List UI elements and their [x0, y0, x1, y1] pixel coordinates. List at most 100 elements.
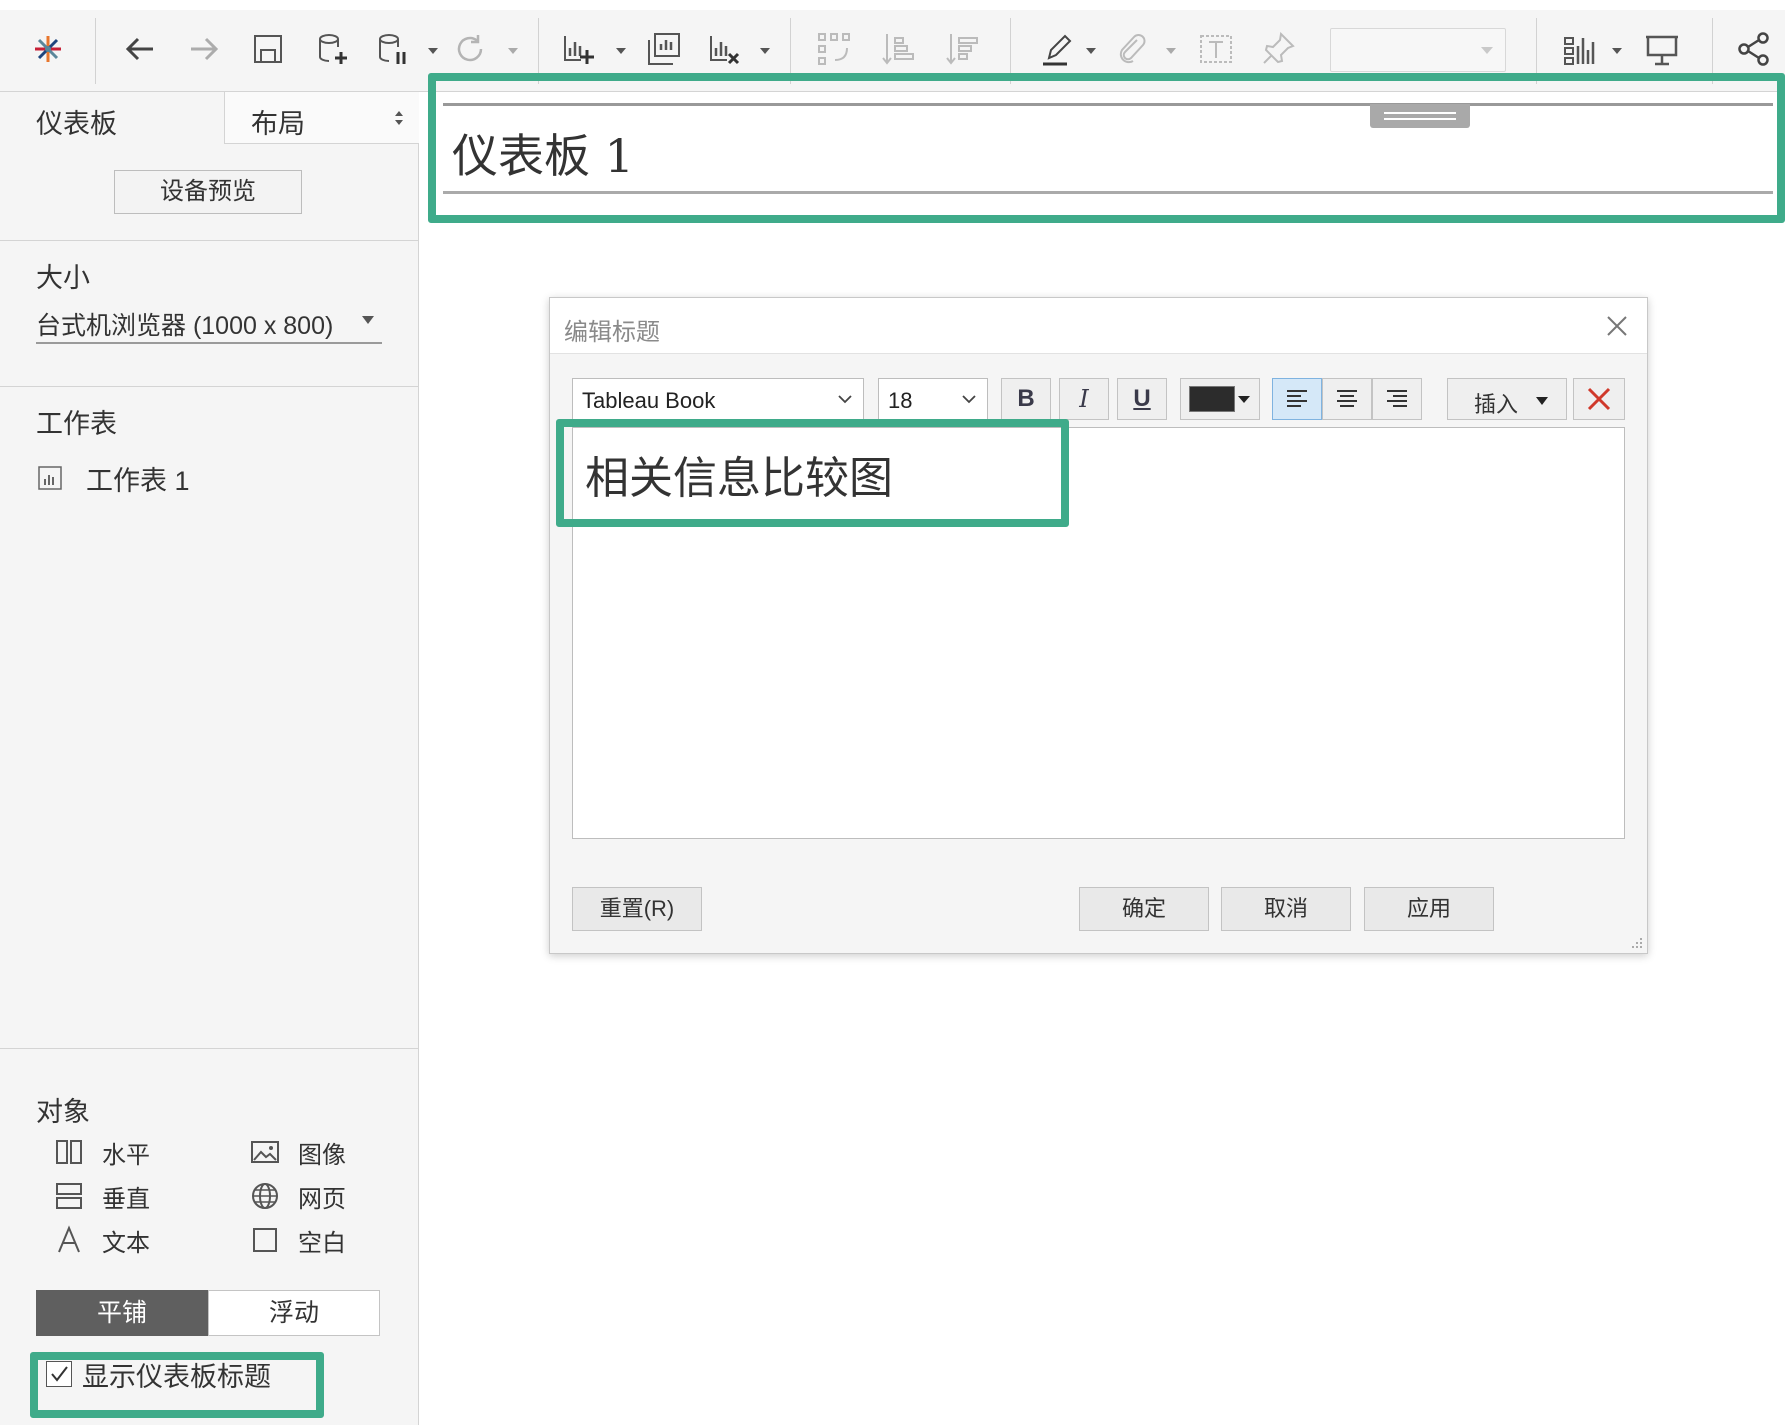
sheets-section-title: 工作表 [36, 409, 117, 439]
ok-button[interactable]: 确定 [1079, 887, 1209, 931]
objects-section-title: 对象 [36, 1097, 90, 1127]
fit-dropdown[interactable] [1330, 28, 1506, 72]
toolbar-separator [95, 18, 96, 84]
globe-icon [250, 1181, 280, 1211]
object-web-page[interactable]: 网页 [232, 1180, 346, 1213]
new-datasource-icon[interactable] [310, 24, 354, 74]
align-left-button[interactable] [1272, 378, 1322, 420]
chevron-down-icon [962, 395, 976, 404]
object-vertical[interactable]: 垂直 [36, 1180, 150, 1213]
object-label: 图像 [298, 1141, 346, 1169]
font-family-dropdown[interactable]: Tableau Book [572, 378, 864, 420]
insert-label: 插入 [1474, 392, 1519, 417]
share-icon[interactable] [1732, 24, 1776, 74]
clear-sheet-icon[interactable] [702, 24, 746, 74]
clear-formatting-button[interactable] [1573, 378, 1625, 420]
sort-arrows-icon [395, 111, 403, 125]
tab-layout[interactable]: 布局 [224, 92, 419, 144]
worksheet-icon [38, 466, 62, 490]
chevron-down-icon [362, 316, 374, 324]
floating-toggle[interactable]: 浮动 [208, 1290, 380, 1336]
object-image[interactable]: 图像 [232, 1136, 346, 1169]
sheet-name: 工作表 1 [86, 465, 190, 496]
tiled-toggle[interactable]: 平铺 [36, 1290, 208, 1336]
pin-icon[interactable] [1256, 24, 1300, 74]
edit-title-dialog: 编辑标题 Tableau Book 18 B I U 插入 相关信息比较图 重置… [549, 297, 1648, 954]
chevron-down-icon [1481, 47, 1493, 54]
text-icon [54, 1225, 84, 1255]
size-section-title: 大小 [36, 263, 90, 293]
chevron-down-icon[interactable] [758, 46, 772, 56]
italic-button[interactable]: I [1059, 378, 1109, 420]
chevron-down-icon [1238, 396, 1250, 403]
tableau-logo-icon[interactable] [26, 24, 70, 74]
labels-icon[interactable] [1194, 24, 1238, 74]
save-icon[interactable] [246, 24, 290, 74]
chevron-down-icon[interactable] [1164, 46, 1178, 56]
object-label: 垂直 [102, 1185, 150, 1213]
align-left-icon [1287, 390, 1307, 407]
font-size-dropdown[interactable]: 18 [878, 378, 988, 420]
chevron-down-icon[interactable] [506, 46, 520, 56]
close-icon[interactable] [1603, 312, 1631, 340]
object-label: 网页 [298, 1185, 346, 1213]
forward-icon[interactable] [182, 24, 226, 74]
divider [0, 240, 419, 241]
highlight-dashboard-title [428, 73, 1785, 223]
sort-desc-icon[interactable] [940, 24, 984, 74]
text-color-button[interactable] [1180, 378, 1260, 420]
insert-dropdown-button[interactable]: 插入 [1447, 378, 1567, 420]
pause-autoupdate-icon[interactable] [370, 24, 414, 74]
group-icon[interactable] [1110, 24, 1154, 74]
device-preview-button[interactable]: 设备预览 [114, 170, 302, 214]
back-icon[interactable] [118, 24, 162, 74]
object-label: 文本 [102, 1229, 150, 1257]
object-label: 空白 [298, 1229, 346, 1257]
font-family-value: Tableau Book [582, 388, 716, 413]
duplicate-sheet-icon[interactable] [642, 24, 686, 74]
align-center-icon [1337, 390, 1357, 407]
toolbar-top-strip [0, 0, 1785, 10]
chevron-down-icon[interactable] [1084, 46, 1098, 56]
refresh-icon[interactable] [448, 24, 492, 74]
tab-layout-label: 布局 [251, 109, 305, 139]
chevron-down-icon [838, 395, 852, 404]
align-right-button[interactable] [1372, 378, 1422, 420]
chevron-down-icon[interactable] [426, 46, 440, 56]
sort-asc-icon[interactable] [876, 24, 920, 74]
object-label: 水平 [102, 1141, 150, 1169]
reset-button[interactable]: 重置(R) [572, 887, 702, 931]
tab-dashboard[interactable]: 仪表板 [0, 92, 224, 144]
horizontal-container-icon [54, 1137, 84, 1167]
highlight-icon[interactable] [1034, 24, 1078, 74]
chevron-down-icon [1536, 397, 1548, 405]
dialog-title: 编辑标题 [564, 319, 660, 346]
new-worksheet-icon[interactable] [556, 24, 600, 74]
resize-grip-icon[interactable] [1630, 936, 1644, 950]
align-center-button[interactable] [1322, 378, 1372, 420]
highlight-show-title-checkbox [30, 1352, 324, 1418]
chevron-down-icon[interactable] [614, 46, 628, 56]
divider [0, 1048, 419, 1049]
object-horizontal[interactable]: 水平 [36, 1136, 150, 1169]
divider [0, 386, 419, 387]
highlight-editor-text [556, 419, 1069, 527]
cancel-button[interactable]: 取消 [1221, 887, 1351, 931]
color-swatch [1189, 386, 1235, 412]
bold-button[interactable]: B [1001, 378, 1051, 420]
swap-icon[interactable] [812, 24, 856, 74]
dialog-header: 编辑标题 [550, 298, 1647, 354]
align-right-icon [1387, 390, 1407, 407]
font-size-value: 18 [888, 388, 913, 413]
object-blank[interactable]: 空白 [232, 1224, 346, 1257]
sheet-list-item[interactable]: 工作表 1 [36, 460, 190, 496]
show-me-icon[interactable] [1558, 24, 1602, 74]
blank-icon [250, 1225, 280, 1255]
object-text[interactable]: 文本 [36, 1224, 150, 1257]
apply-button[interactable]: 应用 [1364, 887, 1494, 931]
size-dropdown[interactable]: 台式机浏览器 (1000 x 800) [36, 302, 382, 344]
vertical-container-icon [54, 1181, 84, 1211]
presentation-icon[interactable] [1640, 24, 1684, 74]
underline-button[interactable]: U [1117, 378, 1167, 420]
chevron-down-icon[interactable] [1610, 46, 1624, 56]
